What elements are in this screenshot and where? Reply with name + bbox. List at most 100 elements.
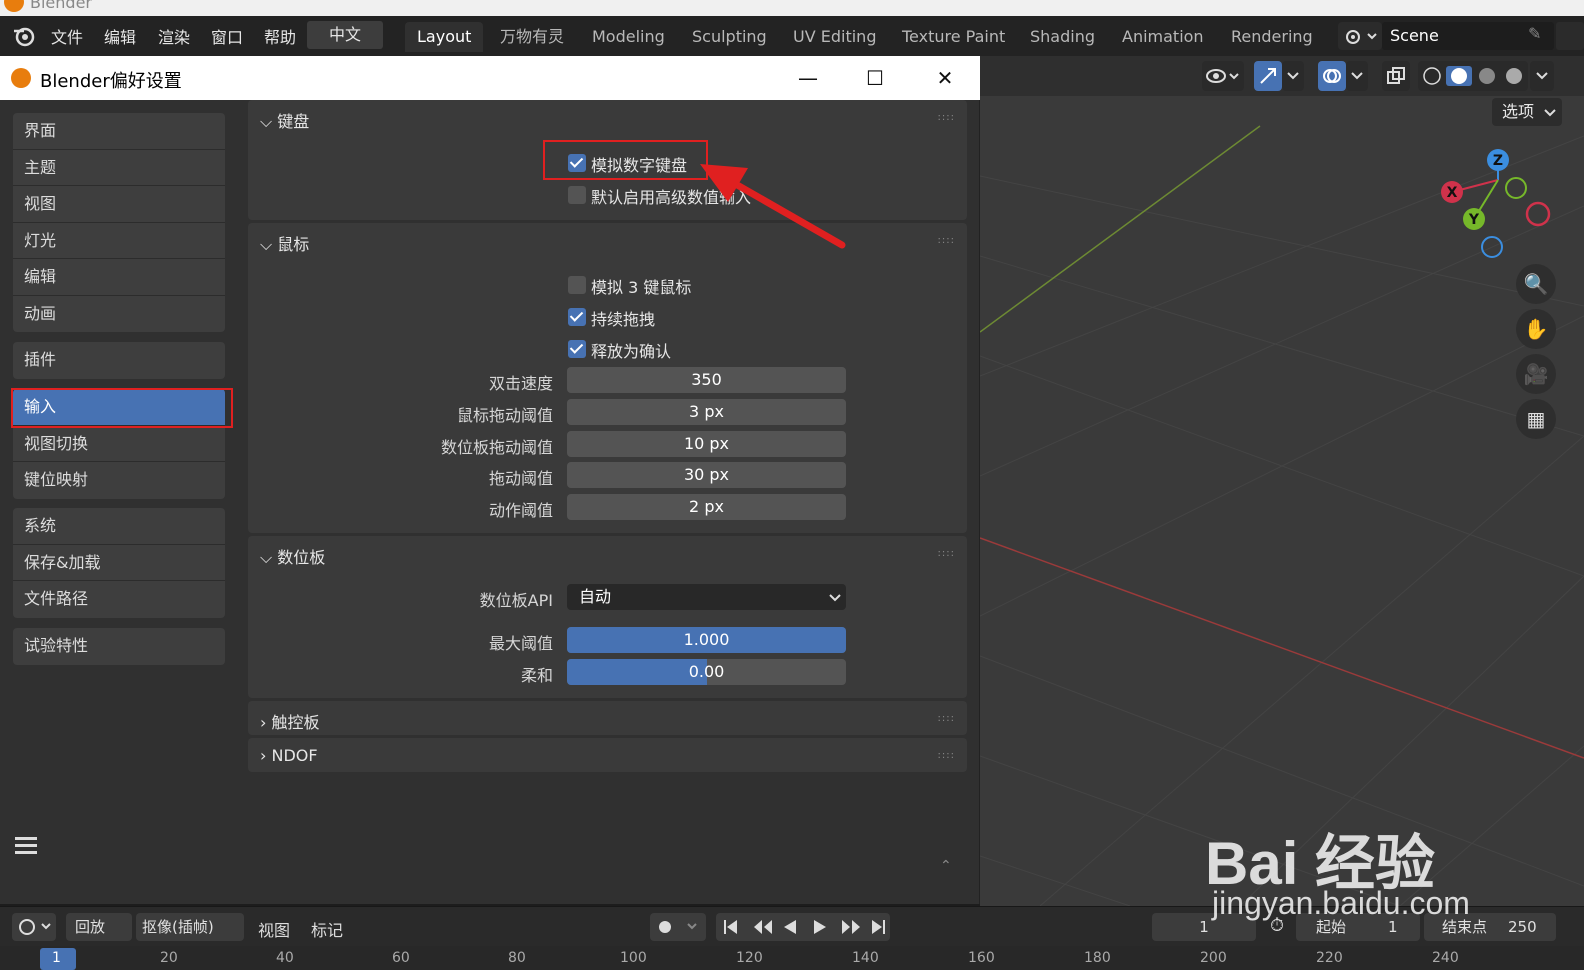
nav-system[interactable]: 系统 — [13, 508, 225, 545]
tab-shading[interactable]: Shading — [1018, 22, 1107, 52]
max-threshold-slider[interactable]: 1.000 — [567, 627, 846, 653]
maximize-icon[interactable]: ☐ — [845, 56, 905, 100]
overlay-toggle[interactable] — [1318, 61, 1346, 91]
ruler-label: 20 — [160, 950, 178, 966]
menu-file[interactable]: 文件 — [51, 24, 83, 48]
tab-modeling[interactable]: Modeling — [580, 22, 677, 52]
drag-threshold-field[interactable]: 30 px — [567, 462, 846, 488]
preferences-titlebar: Blender偏好设置 — ☐ ✕ — [0, 56, 980, 100]
nav-navigation[interactable]: 视图切换 — [13, 426, 225, 462]
camera-icon[interactable]: 🎥 — [1516, 354, 1556, 394]
nav-themes[interactable]: 主题 — [13, 150, 225, 186]
clock-icon — [19, 919, 51, 935]
nav-editing[interactable]: 编辑 — [13, 259, 225, 296]
double-click-speed-field[interactable]: 350 — [567, 367, 846, 393]
tablet-panel-header[interactable]: ⌵ 数位板 — [260, 544, 325, 568]
emulate-3button-checkbox[interactable] — [568, 276, 586, 294]
tablet-panel-title: 数位板 — [277, 548, 326, 567]
nav-viewport[interactable]: 视图 — [13, 186, 225, 223]
auto-keying-button[interactable] — [650, 913, 706, 941]
gizmo-dropdown[interactable] — [1282, 61, 1304, 91]
max-threshold-value: 1.000 — [683, 630, 730, 649]
editor-type-button[interactable] — [12, 913, 56, 941]
menu-help[interactable]: 帮助 — [264, 24, 296, 48]
default-numeric-input-checkbox[interactable] — [568, 186, 586, 204]
drag-grip-icon[interactable]: :::: — [938, 548, 955, 559]
motion-threshold-label: 动作阈值 — [488, 501, 553, 520]
nav-lights[interactable]: 灯光 — [13, 223, 225, 259]
motion-threshold-field[interactable]: 2 px — [567, 494, 846, 520]
nav-animation[interactable]: 动画 — [13, 296, 225, 333]
tablet-api-select[interactable]: 自动 — [567, 584, 846, 610]
timeline-view-menu[interactable]: 视图 — [258, 917, 290, 941]
nav-interface[interactable]: 界面 — [13, 113, 225, 150]
minimize-icon[interactable]: — — [778, 56, 838, 100]
release-confirms-checkbox[interactable] — [568, 340, 586, 358]
tab-texture-paint[interactable]: Texture Paint — [890, 22, 1017, 52]
drag-grip-icon[interactable]: :::: — [938, 750, 955, 761]
keying-menu[interactable]: 抠像(插帧) — [136, 913, 244, 941]
emulate-numpad-highlight — [543, 140, 708, 180]
scroll-up-icon[interactable]: ⌃ — [940, 858, 952, 874]
blender-menu-icon[interactable] — [12, 25, 38, 47]
touchpad-panel[interactable]: › 触控板 :::: — [248, 701, 967, 735]
ndof-panel-header[interactable]: › NDOF — [260, 746, 318, 765]
ruler-label: 60 — [392, 950, 410, 966]
tablet-drag-threshold-field[interactable]: 10 px — [567, 431, 846, 457]
close-icon[interactable]: ✕ — [915, 56, 975, 100]
nav-save-load[interactable]: 保存&加载 — [13, 545, 225, 581]
options-dropdown[interactable]: 选项 — [1492, 98, 1562, 126]
mouse-panel-header[interactable]: ⌵ 鼠标 — [260, 231, 309, 255]
nav-keymap[interactable]: 键位映射 — [13, 462, 225, 499]
navigation-gizmo[interactable]: Z X Y — [1430, 140, 1560, 265]
nav-file-paths[interactable]: 文件路径 — [13, 581, 225, 618]
menu-window[interactable]: 窗口 — [211, 24, 243, 48]
tablet-api-label: 数位板API — [479, 591, 553, 610]
tab-wanwu[interactable]: 万物有灵 — [488, 22, 576, 52]
tab-sculpting[interactable]: Sculpting — [680, 22, 779, 52]
mouse-drag-threshold-field[interactable]: 3 px — [567, 399, 846, 425]
playback-controls[interactable] — [716, 913, 890, 941]
pan-hand-icon[interactable]: ✋ — [1516, 309, 1556, 349]
timeline-marker-menu[interactable]: 标记 — [311, 917, 343, 941]
shading-dropdown[interactable] — [1530, 61, 1554, 91]
chevron-down-icon: ⌵ — [260, 112, 273, 131]
drag-grip-icon[interactable]: :::: — [938, 235, 955, 246]
menu-render[interactable]: 渲染 — [158, 24, 190, 48]
chevron-down-icon — [1287, 72, 1299, 80]
ndof-panel[interactable]: › NDOF :::: — [248, 738, 967, 772]
ruler-label: 220 — [1316, 950, 1343, 966]
menu-edit[interactable]: 编辑 — [104, 24, 136, 48]
zoom-icon[interactable]: 🔍 — [1516, 264, 1556, 304]
tab-uv-editing[interactable]: UV Editing — [781, 22, 888, 52]
softness-slider[interactable]: 0.00 — [567, 659, 846, 685]
ruler-label: 240 — [1432, 950, 1459, 966]
keyboard-panel-header[interactable]: ⌵ 键盘 — [260, 108, 309, 132]
overlay-dropdown[interactable] — [1346, 61, 1368, 91]
hamburger-menu-icon[interactable] — [14, 835, 38, 857]
continuous-grab-checkbox[interactable] — [568, 308, 586, 326]
language-button[interactable]: 中文 — [307, 21, 383, 49]
nav-addons[interactable]: 插件 — [13, 342, 225, 379]
drag-grip-icon[interactable]: :::: — [938, 112, 955, 123]
perspective-grid-icon[interactable]: ▦ — [1516, 399, 1556, 439]
release-confirms-label: 释放为确认 — [591, 342, 672, 361]
drag-grip-icon[interactable]: :::: — [938, 713, 955, 724]
visibility-dropdown[interactable] — [1202, 61, 1244, 91]
gizmo-toggle[interactable] — [1254, 61, 1282, 91]
touchpad-panel-header[interactable]: › 触控板 — [260, 709, 320, 733]
scene-selector-button[interactable] — [1338, 22, 1382, 50]
keying-label: 抠像(插帧) — [142, 918, 214, 936]
pin-icon[interactable]: ✎ — [1528, 24, 1541, 43]
tab-rendering[interactable]: Rendering — [1219, 22, 1325, 52]
tab-layout[interactable]: Layout — [405, 22, 484, 52]
new-scene-button[interactable] — [1556, 22, 1584, 50]
xray-toggle[interactable] — [1382, 61, 1410, 91]
tab-animation[interactable]: Animation — [1110, 22, 1216, 52]
nav-experimental[interactable]: 试验特性 — [13, 628, 225, 665]
nav-group-experimental: 试验特性 — [13, 628, 225, 665]
shading-icons[interactable] — [1422, 66, 1526, 86]
timeline-ruler[interactable]: 1 20 40 60 80 100 120 140 160 180 200 22… — [0, 946, 1584, 970]
playback-menu[interactable]: 回放 — [66, 913, 132, 941]
gizmo-icon — [1260, 68, 1276, 84]
